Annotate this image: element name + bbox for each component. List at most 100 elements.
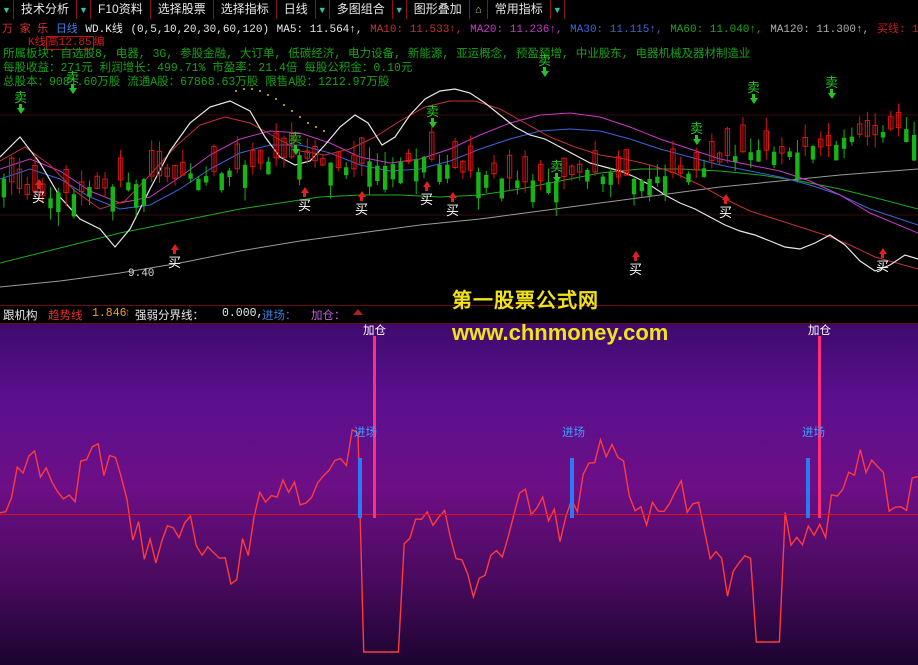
buy-signal-label: 买 xyxy=(355,202,369,217)
add-position-1-label: 加仓 xyxy=(363,325,386,337)
sub-indicator-title: 跟机构 xyxy=(3,310,38,323)
arrow-down-icon xyxy=(827,93,836,99)
enter-3-bar xyxy=(806,458,810,518)
buy-signal-marker: 买 xyxy=(629,251,642,276)
menu-arrow-left[interactable]: ▼ xyxy=(0,0,14,19)
tab-select-stock[interactable]: 选择股票 xyxy=(151,0,214,19)
buy-signal-label: 买 xyxy=(32,190,46,205)
enter-2-bar xyxy=(570,458,574,518)
watermark-site-name: 第一股票公式网 xyxy=(452,290,599,312)
enter-3-label: 进场 xyxy=(802,427,825,439)
follow-institution-panel[interactable]: 加仓进场 进场 加仓进场 xyxy=(0,322,918,665)
buy-signal-marker: 买 xyxy=(719,194,732,219)
financial-row-2: 总股本：9081.60万股 流通A股：67868.63万股 限售A股：1212.… xyxy=(3,76,390,89)
common-indicator-arrow[interactable]: ▼ xyxy=(551,0,565,19)
technical-analysis-arrow[interactable]: ▼ xyxy=(77,0,92,19)
add-position-2-label: 加仓 xyxy=(808,325,831,337)
sell-signal-marker: 卖 xyxy=(14,91,27,114)
buy-signal-label: 买 xyxy=(876,259,890,274)
strength-divider-value: 0.000, xyxy=(222,307,264,320)
tab-f10-data[interactable]: F10资料 xyxy=(91,0,151,19)
sell-signal-marker: 卖 xyxy=(747,81,760,104)
sell-signal-label: 卖 xyxy=(690,121,704,136)
sell-signal-label: 卖 xyxy=(747,80,761,95)
kline-chart-panel[interactable]: 万 家 乐 日线 WD.K线 (0,5,10,20,30,60,120) MA5… xyxy=(0,19,918,305)
sell-signal-marker: 卖 xyxy=(690,122,703,145)
sell-signal-marker: 卖 xyxy=(289,132,302,155)
sell-signal-marker: 卖 xyxy=(426,105,439,128)
enter-1-label: 进场 xyxy=(354,427,377,439)
buy-signal-label: 买 xyxy=(719,205,733,220)
ma-readout-买线: 买线: 11.551↑, xyxy=(876,24,918,36)
ma-readout-ma60: MA60: 11.040↑, xyxy=(670,24,770,36)
period-arrow[interactable]: ▼ xyxy=(316,0,330,19)
arrow-up-stem-icon xyxy=(881,254,884,258)
sell-signal-marker: 卖 xyxy=(66,71,79,94)
buy-signal-marker: 买 xyxy=(420,181,433,206)
sell-signal-marker: 卖 xyxy=(538,54,551,77)
buy-signal-marker: 买 xyxy=(446,192,459,217)
buy-signal-label: 买 xyxy=(168,255,182,270)
sell-signal-marker: 卖 xyxy=(825,76,838,99)
arrow-up-stem-icon xyxy=(425,187,428,191)
tab-common-indicator[interactable]: 常用指标 xyxy=(488,0,551,19)
tab-overlay-chart[interactable]: 图形叠加 xyxy=(407,0,470,19)
sell-signal-label: 卖 xyxy=(289,131,303,146)
buy-signal-label: 买 xyxy=(420,192,434,207)
tab-select-indicator[interactable]: 选择指标 xyxy=(214,0,277,19)
tab-daily-kline[interactable]: 日线 xyxy=(277,0,316,19)
enter-2-label: 进场 xyxy=(562,427,585,439)
indicator-params-label: (0,5,10,20,30,60,120) xyxy=(130,24,276,36)
buy-signal-marker: 买 xyxy=(32,179,45,204)
enter-signal-label: 进场： xyxy=(262,310,297,323)
sell-signal-label: 卖 xyxy=(825,75,839,90)
ma-readout-ma10: MA10: 11.533↑, xyxy=(370,24,470,36)
arrow-down-icon xyxy=(692,139,701,145)
arrow-up-stem-icon xyxy=(37,185,40,189)
arrow-down-icon xyxy=(428,122,437,128)
arrow-down-icon xyxy=(291,149,300,155)
sell-signal-label: 卖 xyxy=(426,104,440,119)
arrow-up-stem-icon xyxy=(360,197,363,201)
stock-charting-app: ▼ 技术分析 ▼ F10资料 选择股票 选择指标 日线 ▼ 多图组合 ▼ 图形叠加 ⌂ 常用指标 ▼ xyxy=(0,0,918,665)
ma-readout-ma120: MA120: 11.300↑, xyxy=(770,24,876,36)
buy-signal-marker: 买 xyxy=(355,191,368,216)
trend-line-arrow: ↑ xyxy=(124,307,131,320)
ma-readout-ma20: MA20: 11.236↑, xyxy=(470,24,570,36)
multi-chart-arrow[interactable]: ▼ xyxy=(393,0,407,19)
add-signal-label: 加仓： xyxy=(311,310,346,323)
buy-signal-label: 买 xyxy=(629,262,643,277)
arrow-down-icon xyxy=(68,88,77,94)
enter-1-bar xyxy=(358,458,362,518)
arrow-up-stem-icon xyxy=(724,200,727,204)
collapse-triangle-icon[interactable] xyxy=(353,309,363,315)
price-label: 9.40 xyxy=(128,268,155,280)
arrow-down-icon xyxy=(749,98,758,104)
buy-signal-label: 买 xyxy=(446,203,460,218)
toolbar-filler xyxy=(565,0,918,19)
sell-signal-label: 卖 xyxy=(538,53,552,68)
sell-signal-marker: 卖 xyxy=(550,160,563,183)
tab-technical-analysis[interactable]: 技术分析 xyxy=(14,0,78,19)
arrow-down-icon xyxy=(552,177,561,183)
arrow-down-icon xyxy=(16,108,25,114)
arrow-down-icon xyxy=(540,71,549,77)
sell-signal-label: 卖 xyxy=(66,70,80,85)
arrow-up-stem-icon xyxy=(303,193,306,197)
trend-line-label: 趋势线 xyxy=(48,310,83,323)
ma-readout-row: 万 家 乐 日线 WD.K线 (0,5,10,20,30,60,120) MA5… xyxy=(2,20,918,36)
home-icon[interactable]: ⌂ xyxy=(470,0,488,19)
arrow-up-stem-icon xyxy=(173,250,176,254)
sell-signal-label: 卖 xyxy=(14,90,28,105)
sell-signal-label: 卖 xyxy=(550,159,564,174)
trend-line-value: 1.846 xyxy=(92,307,127,320)
buy-signal-marker: 买 xyxy=(298,187,311,212)
main-toolbar: ▼ 技术分析 ▼ F10资料 选择股票 选择指标 日线 ▼ 多图组合 ▼ 图形叠加 ⌂ 常用指标 ▼ xyxy=(0,0,918,20)
zero-axis-line xyxy=(0,514,918,515)
buy-signal-marker: 买 xyxy=(876,248,889,273)
arrow-up-stem-icon xyxy=(451,198,454,202)
buy-signal-marker: 买 xyxy=(168,244,181,269)
ma-readout-ma30: MA30: 11.115↑, xyxy=(570,24,670,36)
watermark-url: www.chnmoney.com xyxy=(452,320,669,345)
tab-multi-chart[interactable]: 多图组合 xyxy=(330,0,393,19)
